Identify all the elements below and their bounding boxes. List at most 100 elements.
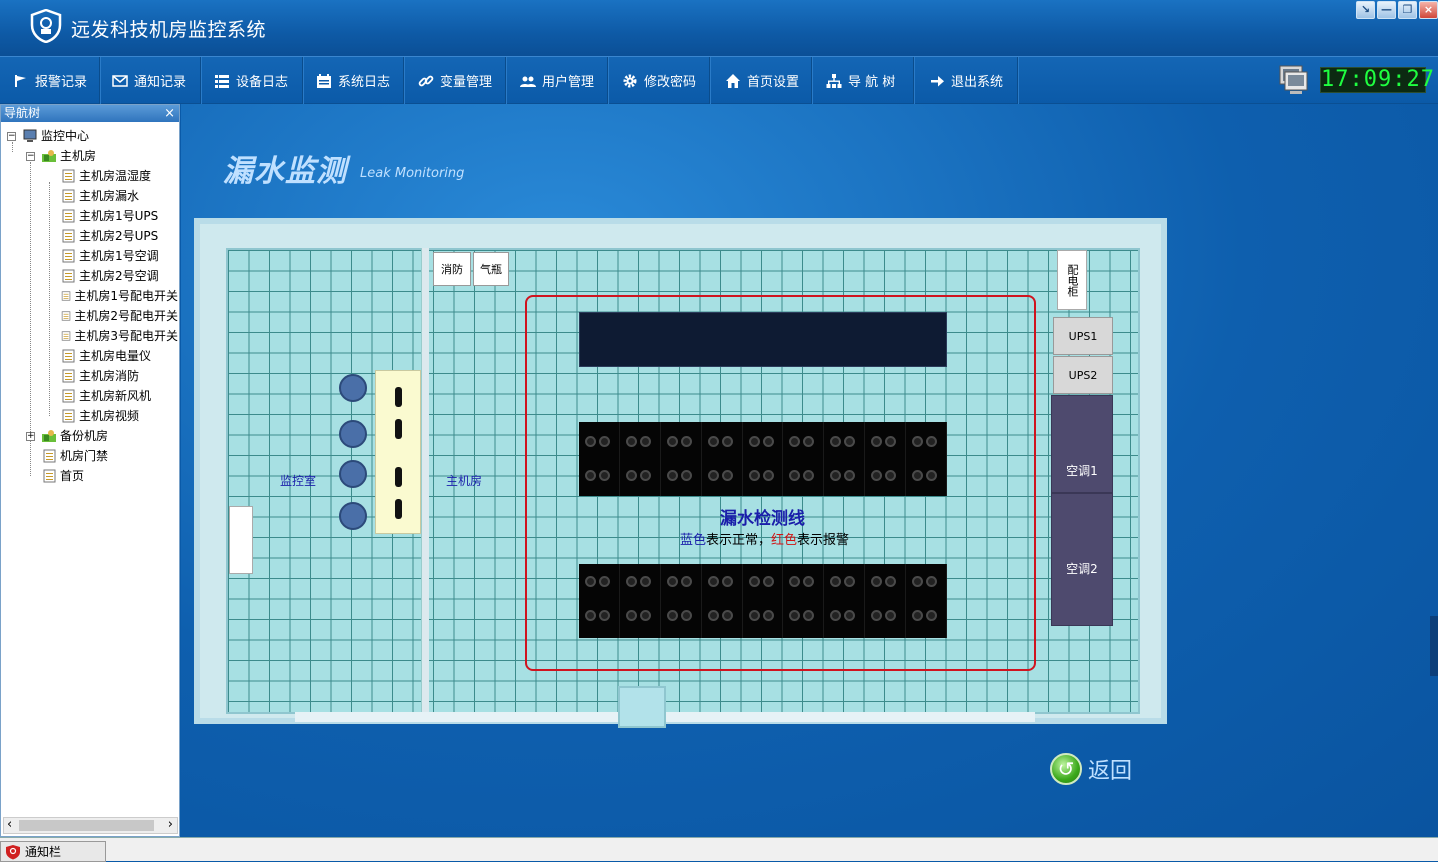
air-conditioner-2[interactable]: 空调2 xyxy=(1051,493,1113,626)
tree-item-switch1[interactable]: 主机房1号配电开关 xyxy=(60,287,178,305)
scroll-right-icon[interactable]: › xyxy=(168,817,173,832)
close-icon[interactable]: × xyxy=(164,105,175,122)
menu-label: 报警记录 xyxy=(35,75,88,90)
tree-item-temp-humidity[interactable]: 主机房温湿度 xyxy=(60,167,151,185)
server-cabinet xyxy=(702,564,743,638)
tree-item-fire[interactable]: 主机房消防 xyxy=(60,367,139,385)
document-icon xyxy=(62,269,75,283)
scroll-indicator[interactable] xyxy=(1430,616,1438,676)
tree-item-ac2[interactable]: 主机房2号空调 xyxy=(60,267,159,285)
tree-label: 主机房3号配电开关 xyxy=(74,329,178,343)
tree-item-ac1[interactable]: 主机房1号空调 xyxy=(60,247,159,265)
menu-exit-system[interactable]: 退出系统 xyxy=(914,57,1018,104)
list-icon xyxy=(215,74,229,88)
air-conditioner-1[interactable]: 空调1 xyxy=(1051,395,1113,493)
tree-item-video[interactable]: 主机房视频 xyxy=(60,407,139,425)
distribution-cabinet[interactable]: 配电柜 xyxy=(1057,250,1087,310)
legend-normal: 蓝色 xyxy=(680,533,707,548)
gas-cylinder[interactable]: 气瓶 xyxy=(473,252,509,286)
menu-label: 变量管理 xyxy=(440,75,493,90)
legend-alarm-text: 表示报警 xyxy=(797,533,850,548)
ups-2[interactable]: UPS2 xyxy=(1053,356,1113,394)
leak-legend: 蓝色表示正常，红色表示报警 xyxy=(680,529,849,548)
notify-tab[interactable]: 通知栏 xyxy=(0,841,106,862)
tree-item-backup-room[interactable]: 备份机房 xyxy=(41,427,108,445)
document-icon xyxy=(62,209,75,223)
folder-user-icon xyxy=(42,150,56,162)
tree-label: 主机房2号配电开关 xyxy=(74,309,178,323)
tree-item-access-control[interactable]: 机房门禁 xyxy=(41,447,108,465)
document-icon xyxy=(43,469,56,483)
server-cabinet xyxy=(824,564,866,638)
menu-variable-manage[interactable]: 变量管理 xyxy=(404,57,506,104)
menu-home-settings[interactable]: 首页设置 xyxy=(710,57,812,104)
chair xyxy=(339,460,367,488)
floor-plan: 消防 气瓶 监控室 主机房 漏水检测线 蓝色表示正常，红色表示报警 配电柜 UP… xyxy=(194,218,1167,728)
back-button[interactable]: ↺ 返回 xyxy=(1050,753,1132,785)
tree-item-fresh-air[interactable]: 主机房新风机 xyxy=(60,387,151,405)
side-door xyxy=(229,506,253,574)
monitor-screen xyxy=(395,387,402,407)
chair xyxy=(339,502,367,530)
tree-label: 监控中心 xyxy=(41,129,90,143)
menu-change-password[interactable]: 修改密码 xyxy=(608,57,710,104)
tree-item-leak[interactable]: 主机房漏水 xyxy=(60,187,139,205)
tree-label: 主机房1号空调 xyxy=(79,249,159,263)
document-icon xyxy=(61,291,71,301)
folder-user-icon xyxy=(42,430,56,442)
tree-label: 首页 xyxy=(60,469,85,483)
document-icon xyxy=(62,189,75,203)
menu-user-manage[interactable]: 用户管理 xyxy=(506,57,608,104)
scroll-thumb[interactable] xyxy=(19,820,154,831)
document-icon xyxy=(62,389,75,403)
expander-backup-room[interactable]: + xyxy=(26,432,35,441)
tree-label: 机房门禁 xyxy=(60,449,109,463)
shield-icon xyxy=(6,844,20,859)
gear-icon xyxy=(623,74,637,87)
document-icon xyxy=(43,449,56,463)
tree-item-switch3[interactable]: 主机房3号配电开关 xyxy=(60,327,178,345)
close-button[interactable]: × xyxy=(1419,1,1438,19)
tree-item-main-room[interactable]: 主机房 xyxy=(41,147,96,165)
server-cabinet xyxy=(865,564,907,638)
tree-item-home[interactable]: 首页 xyxy=(41,467,84,485)
menu-bar: 报警记录 通知记录 设备日志 系统日志 变量管理 用户管理 修改密码 首页设置 … xyxy=(0,56,1438,104)
monitor-screen xyxy=(395,499,402,519)
leak-line-title: 漏水检测线 xyxy=(720,509,805,529)
tree-item-power-meter[interactable]: 主机房电量仪 xyxy=(60,347,151,365)
server-cabinet xyxy=(620,422,661,496)
menu-label: 退出系统 xyxy=(951,75,1004,90)
tree-item-switch2[interactable]: 主机房2号配电开关 xyxy=(60,307,178,325)
menu-notify-records[interactable]: 通知记录 xyxy=(100,57,201,104)
menu-nav-tree[interactable]: 导 航 树 xyxy=(812,57,914,104)
main-panel: 漏水监测 Leak Monitoring 消防 气瓶 监控室 主机房 漏水检测线… xyxy=(181,104,1438,837)
restore-button[interactable]: ❐ xyxy=(1398,1,1417,19)
tree-item-monitor-center[interactable]: 监控中心 xyxy=(22,127,89,145)
tree-item-ups1[interactable]: 主机房1号UPS xyxy=(60,207,158,225)
ups-1[interactable]: UPS1 xyxy=(1053,317,1113,355)
tree-label: 主机房漏水 xyxy=(79,189,140,203)
expander-main-room[interactable]: − xyxy=(26,152,35,161)
minimize-button[interactable]: — xyxy=(1377,1,1396,19)
menu-system-log[interactable]: 系统日志 xyxy=(303,57,404,104)
tree-connector xyxy=(12,142,13,152)
pin-button[interactable]: ↘ xyxy=(1356,1,1375,19)
tree-label: 主机房1号配电开关 xyxy=(74,289,178,303)
scroll-left-icon[interactable]: ‹ xyxy=(7,817,12,832)
server-cabinet xyxy=(661,422,702,496)
server-cabinet xyxy=(906,564,948,638)
monitor-screen xyxy=(395,467,402,487)
legend-normal-text: 表示正常， xyxy=(706,533,772,548)
menu-device-log[interactable]: 设备日志 xyxy=(201,57,303,104)
door xyxy=(618,686,666,728)
expander-root[interactable]: − xyxy=(7,132,16,141)
fire-equipment[interactable]: 消防 xyxy=(433,252,471,286)
menu-label: 系统日志 xyxy=(338,75,391,90)
document-icon xyxy=(62,349,75,363)
tree-item-ups2[interactable]: 主机房2号UPS xyxy=(60,227,158,245)
horizontal-scrollbar[interactable]: ‹ › xyxy=(3,817,178,834)
back-label: 返回 xyxy=(1088,759,1133,784)
tree-label: 主机房1号UPS xyxy=(79,209,159,223)
monitor-icon[interactable] xyxy=(1276,64,1310,96)
menu-alarm-records[interactable]: 报警记录 xyxy=(0,57,100,104)
